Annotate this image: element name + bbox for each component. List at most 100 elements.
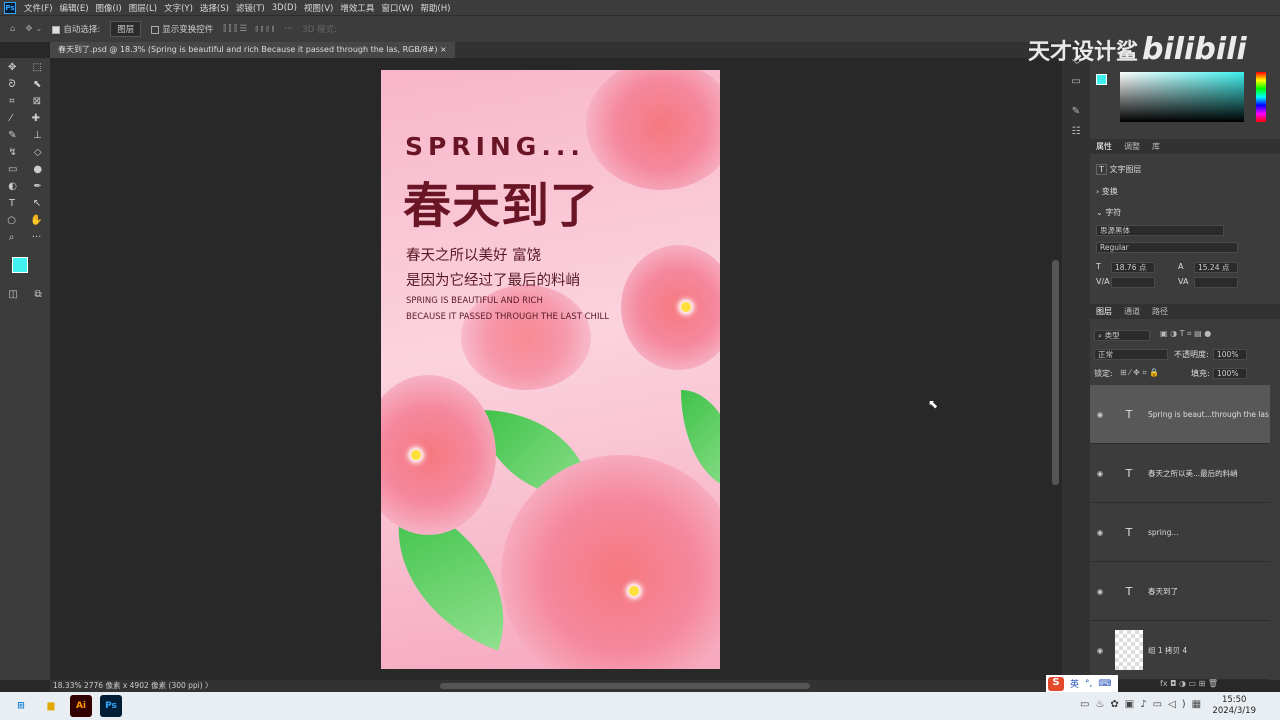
kerning-field[interactable] xyxy=(1111,277,1155,288)
blur-tool-icon[interactable]: ● xyxy=(33,164,42,181)
layer-item[interactable]: ◉ T Spring is beaut...through the las xyxy=(1090,385,1270,444)
lock-icons[interactable]: ⊞ ⁄ ✥ ⌗ 🔒 xyxy=(1120,368,1159,378)
layer-item[interactable]: ◉ T 春天到了 xyxy=(1090,562,1270,621)
font-family-dropdown[interactable]: 思源黑体 xyxy=(1096,225,1224,236)
close-tab-icon[interactable]: × xyxy=(440,45,447,54)
keyboard-icon[interactable]: ⌨ xyxy=(1098,679,1111,689)
windows-start-icon[interactable]: ⊞ xyxy=(10,695,32,717)
screen-mode-icon[interactable]: ⧉ xyxy=(35,289,42,306)
eraser-tool-icon[interactable]: ◇ xyxy=(34,147,42,164)
tab-libraries[interactable]: 库 xyxy=(1152,141,1160,152)
dodge-tool-icon[interactable]: ◐ xyxy=(8,181,17,198)
lock-label: 锁定: xyxy=(1094,369,1113,378)
text-layer-icon: T xyxy=(1125,466,1133,480)
path-select-icon[interactable]: ↖ xyxy=(33,198,41,215)
layer-item[interactable]: ◉ Tspring... xyxy=(1090,503,1270,562)
vertical-scrollbar[interactable] xyxy=(1052,260,1059,485)
healing-tool-icon[interactable]: ✚ xyxy=(32,113,40,130)
select-tool-icon[interactable]: ⬉ xyxy=(33,79,41,96)
pen-tool-icon[interactable]: ✒ xyxy=(33,181,41,198)
brush-tool-icon[interactable]: ✎ xyxy=(8,130,16,147)
lasso-tool-icon[interactable]: ᘐ xyxy=(9,79,16,96)
photoshop-icon[interactable]: Ps xyxy=(100,695,122,717)
foreground-color-swatch[interactable] xyxy=(1096,74,1107,85)
menu-help[interactable]: 帮助(H) xyxy=(420,2,450,14)
tab-adjustments[interactable]: 调整 xyxy=(1124,141,1140,152)
menu-file[interactable]: 文件(F) xyxy=(24,2,53,14)
more-icon[interactable]: ··· xyxy=(284,24,292,34)
menu-view[interactable]: 视图(V) xyxy=(304,2,333,14)
menu-image[interactable]: 图像(I) xyxy=(96,2,122,14)
menu-window[interactable]: 窗口(W) xyxy=(381,2,413,14)
visibility-eye-icon[interactable]: ◉ xyxy=(1090,469,1110,478)
visibility-eye-icon[interactable]: ◉ xyxy=(1090,587,1110,596)
character-section[interactable]: ⌄ 字符 xyxy=(1096,207,1121,218)
zoom-tool-icon[interactable]: ⌕ xyxy=(9,232,15,249)
menu-filter[interactable]: 滤镜(T) xyxy=(236,2,265,14)
font-style-dropdown[interactable]: Regular xyxy=(1096,242,1238,253)
crop-tool-icon[interactable]: ⌗ xyxy=(9,96,15,113)
layer-filter-dropdown[interactable]: ⌕ 类型 xyxy=(1094,330,1150,341)
frame-tool-icon[interactable]: ⊠ xyxy=(33,96,41,113)
layer-item[interactable]: ◉ 组 1 拷贝 4 xyxy=(1090,621,1270,680)
transform-section[interactable]: › 变换 xyxy=(1096,186,1118,197)
hand-tool-icon[interactable]: ✋ xyxy=(30,215,42,232)
brush-settings-icon[interactable]: ✎ xyxy=(1062,106,1090,126)
menu-select[interactable]: 选择(S) xyxy=(200,2,229,14)
document-tab[interactable]: 春天到了.psd @ 18.3% (Spring is beautiful an… xyxy=(50,42,455,58)
move-tool-icon[interactable]: ✥ xyxy=(8,62,16,79)
type-tool-icon[interactable]: T xyxy=(9,198,15,215)
ime-toolbar[interactable]: S 英 °, ⌨ xyxy=(1046,675,1118,692)
blend-mode-dropdown[interactable]: 正常 xyxy=(1094,349,1168,360)
fill-field[interactable]: 100% xyxy=(1213,368,1247,379)
menu-3d[interactable]: 3D(D) xyxy=(272,3,297,13)
comment-icon[interactable]: ▭ xyxy=(1062,76,1090,96)
shape-tool-icon[interactable]: ○ xyxy=(7,215,16,232)
auto-select-dropdown[interactable]: 图层 xyxy=(110,21,142,37)
horizontal-scrollbar[interactable] xyxy=(440,683,810,689)
tab-layers[interactable]: 图层 xyxy=(1096,306,1112,317)
opacity-field[interactable]: 100% xyxy=(1213,349,1247,360)
stamp-tool-icon[interactable]: ⊥ xyxy=(33,130,42,147)
leading-field[interactable]: 15.24 点 xyxy=(1194,262,1238,273)
ime-language[interactable]: 英 xyxy=(1070,677,1079,690)
illustrator-icon[interactable]: Ai xyxy=(70,695,92,717)
auto-select-checkbox[interactable]: 自动选择: xyxy=(52,23,100,35)
tab-channels[interactable]: 通道 xyxy=(1124,306,1140,317)
tracking-field[interactable] xyxy=(1194,277,1238,288)
poster-spring-heading: SPRING... xyxy=(405,132,585,161)
menu-plugins[interactable]: 增效工具 xyxy=(340,2,374,14)
punctuation-icon[interactable]: °, xyxy=(1085,679,1092,689)
tab-paths[interactable]: 路径 xyxy=(1152,306,1168,317)
quick-mask-icon[interactable]: ◫ xyxy=(8,289,17,306)
poster-document[interactable]: SPRING... 春天到了 春天之所以美好 富饶 是因为它经过了最后的料峭 S… xyxy=(381,70,720,669)
font-size-field[interactable]: 18.76 点 xyxy=(1111,262,1155,273)
color-picker-field[interactable] xyxy=(1120,72,1244,122)
menu-layer[interactable]: 图层(L) xyxy=(129,2,157,14)
filter-icons[interactable]: ▣ ◑ T ⌗ ▤ ● xyxy=(1160,329,1211,339)
clock[interactable]: 15:50 2024/3/19 xyxy=(1212,695,1256,717)
menu-edit[interactable]: 编辑(E) xyxy=(60,2,89,14)
marquee-tool-icon[interactable]: ⬚ xyxy=(33,62,42,79)
align-icons[interactable]: ⫿ ⫿ ⫿ ☰ ⫾ ⫾ ⫾ ⫾ xyxy=(223,24,274,34)
move-tool-icon[interactable]: ✥ ⌄ xyxy=(25,24,42,34)
menu-type[interactable]: 文字(Y) xyxy=(164,2,193,14)
layer-action-icons[interactable]: fx ◘ ◑ ▭ ⊞ 🗑 xyxy=(1160,679,1218,688)
hue-slider[interactable] xyxy=(1256,72,1266,122)
layer-name: spring... xyxy=(1148,527,1179,537)
visibility-eye-icon[interactable]: ◉ xyxy=(1090,528,1110,537)
history-brush-icon[interactable]: ↯ xyxy=(8,147,16,164)
eyedropper-tool-icon[interactable]: ⁄ xyxy=(10,113,12,130)
tab-properties[interactable]: 属性 xyxy=(1096,141,1112,152)
foreground-color-swatch[interactable] xyxy=(12,257,28,273)
system-tray-icons[interactable]: ▭♨✿▣♪▭◁)▦ xyxy=(1080,699,1207,710)
adjust-icon[interactable]: ☷ xyxy=(1062,126,1090,146)
layer-item[interactable]: ◉ T 春天之所以美...最后的料峭 xyxy=(1090,444,1270,503)
more-tools-icon[interactable]: ··· xyxy=(32,232,42,249)
visibility-eye-icon[interactable]: ◉ xyxy=(1090,410,1110,419)
visibility-eye-icon[interactable]: ◉ xyxy=(1090,646,1110,655)
show-transform-checkbox[interactable]: 显示变换控件 xyxy=(151,23,213,35)
gradient-tool-icon[interactable]: ▭ xyxy=(8,164,17,181)
file-explorer-icon[interactable]: ▆ xyxy=(40,695,62,717)
home-icon[interactable]: ⌂ xyxy=(10,24,15,34)
